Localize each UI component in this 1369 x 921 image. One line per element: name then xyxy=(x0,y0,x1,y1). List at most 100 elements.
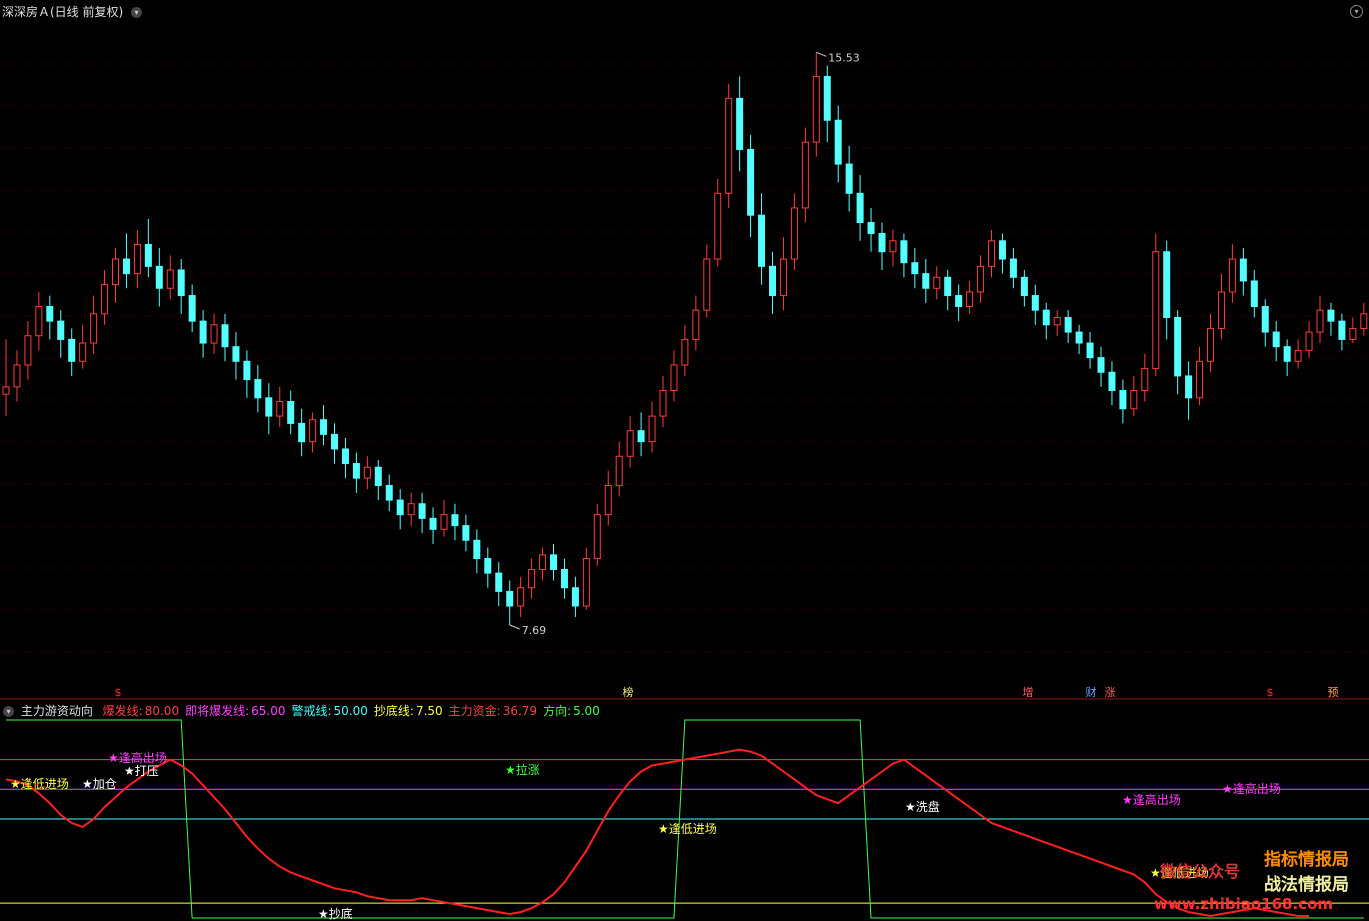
candle-body xyxy=(747,148,755,216)
watermark-line1: 指标情报局 xyxy=(1264,850,1349,870)
watermark-line2: 战法情报局 xyxy=(1264,875,1349,895)
candle-body xyxy=(276,400,284,417)
candle-body xyxy=(144,243,152,267)
signal-label: ★抄底 xyxy=(318,906,353,921)
candle-body xyxy=(1196,360,1204,399)
candle-body xyxy=(582,558,590,607)
signal-label: ★逢高出场 xyxy=(1122,792,1181,807)
event-marker: $ xyxy=(1267,686,1274,699)
event-marker: 涨 xyxy=(1105,686,1116,699)
candle-body xyxy=(692,309,700,340)
candle-body xyxy=(112,258,119,286)
signal-label: ★加仓 xyxy=(82,777,117,791)
candle-body xyxy=(1349,327,1357,340)
candle-body xyxy=(779,258,787,297)
candle-body xyxy=(1327,309,1335,322)
candlestick-series[interactable] xyxy=(2,52,1368,625)
candle-body xyxy=(1141,368,1149,392)
candle-body xyxy=(13,364,21,388)
candle-body xyxy=(1163,251,1171,318)
candle-body xyxy=(834,119,842,165)
candle-body xyxy=(911,262,919,275)
indicator-name: 主力游资动向 xyxy=(20,704,93,718)
candle-body xyxy=(429,517,437,530)
candle-body xyxy=(155,265,163,289)
candle-body xyxy=(550,554,557,570)
candle-body xyxy=(1261,306,1269,333)
candle-body xyxy=(68,338,76,362)
candle-body xyxy=(1250,280,1258,308)
candle-body xyxy=(823,75,831,121)
signal-label: ★逢高出场 xyxy=(1222,781,1281,796)
candle-body xyxy=(331,433,338,450)
candle-body xyxy=(626,430,634,457)
indicator-param: 警戒线: xyxy=(291,704,332,718)
watermark-line3: 微信公众号 xyxy=(1160,862,1241,881)
candle-body xyxy=(878,232,886,253)
candle-body xyxy=(254,379,262,399)
candle-body xyxy=(320,419,328,435)
candle-body xyxy=(506,590,514,607)
candle-body xyxy=(681,338,689,366)
options-icon[interactable]: ▾ xyxy=(1350,3,1363,18)
indicator-param-value: 5.00 xyxy=(573,704,600,718)
candle-body xyxy=(287,400,295,424)
candle-body xyxy=(998,240,1006,260)
candle-body xyxy=(703,258,711,311)
candle-body xyxy=(199,320,207,344)
candle-body xyxy=(407,503,415,516)
candle-body xyxy=(166,269,174,289)
annotation-leader xyxy=(816,51,827,57)
candle-body xyxy=(615,455,623,486)
candle-body xyxy=(933,276,941,289)
candle-body xyxy=(1097,357,1105,373)
candle-body xyxy=(1217,291,1225,329)
candle-body xyxy=(812,75,820,143)
candle-body xyxy=(1130,390,1138,410)
candle-body xyxy=(900,240,908,264)
candle-body xyxy=(451,514,459,527)
candle-body xyxy=(35,306,43,337)
candle-body xyxy=(1031,295,1039,311)
candle-body xyxy=(758,214,766,267)
indicator-param-value: 7.50 xyxy=(415,704,443,718)
candle-body xyxy=(637,430,645,443)
candle-body xyxy=(221,324,229,348)
candle-body xyxy=(101,284,109,315)
event-marker: 财 xyxy=(1086,685,1097,699)
indicator-param: 方向: xyxy=(543,704,572,718)
event-marker: 增 xyxy=(1023,685,1034,699)
candle-body xyxy=(648,415,656,443)
indicator-param-value: 36.79 xyxy=(502,704,538,718)
indicator-param: 爆发线: xyxy=(102,704,143,718)
indicator-param: 主力资金: xyxy=(448,704,501,718)
candle-body xyxy=(922,273,930,289)
candle-body xyxy=(495,572,503,592)
candle-body xyxy=(385,484,393,501)
candle-body xyxy=(1338,320,1346,340)
indicator-collapse-icon[interactable]: ▾ xyxy=(3,706,14,717)
candle-body xyxy=(265,397,273,417)
signal-label: ★逢低进场 xyxy=(10,777,69,791)
candle-body xyxy=(1108,371,1116,392)
candle-body xyxy=(560,568,568,589)
candle-body xyxy=(604,484,612,516)
candle-body xyxy=(1020,276,1028,297)
candle-body xyxy=(122,258,130,275)
candle-body xyxy=(1239,258,1247,282)
chart-canvas[interactable]: 15.537.69 $ 榜增财涨 $ 预 ★加仓★打压★逢高出场★逢低进场★拉涨★抄底… xyxy=(0,0,1369,921)
candle-body xyxy=(1064,316,1072,333)
price-annotation: 7.69 xyxy=(522,624,547,637)
candle-body xyxy=(856,192,864,224)
candle-body xyxy=(517,587,525,607)
candle-body xyxy=(243,360,251,381)
candle-body xyxy=(473,539,481,560)
candle-body xyxy=(867,222,875,234)
main-header: 深深房Ａ(日线 前复权) ▾ xyxy=(2,3,143,20)
candle-body xyxy=(944,276,952,297)
candle-body xyxy=(736,97,744,150)
collapse-icon[interactable]: ▾ xyxy=(131,7,143,18)
candle-body xyxy=(374,466,382,486)
candle-body xyxy=(539,554,547,570)
event-marker: 预 xyxy=(1328,686,1339,699)
